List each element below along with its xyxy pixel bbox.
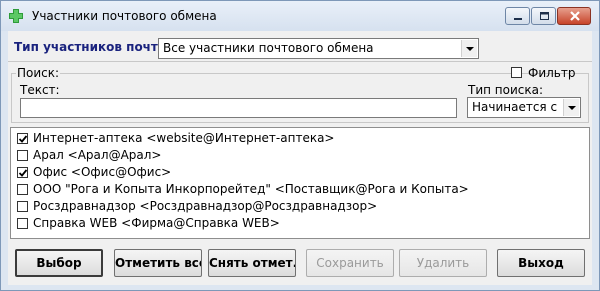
exit-button[interactable]: Выход (497, 249, 585, 277)
participant-type-value: Все участники почтового обмена (163, 41, 374, 55)
list-item[interactable]: Офис <Офис@Офис> (11, 164, 589, 181)
participant-checkbox[interactable] (17, 150, 28, 161)
button-bar: Выбор Отметить все Снять отмет. Сохранит… (8, 249, 592, 279)
participant-type-row: Тип участников почты Все участники почто… (8, 31, 592, 62)
text-label: Текст: (20, 83, 60, 97)
participant-label: Офис <Офис@Офис> (33, 165, 172, 179)
list-item[interactable]: Росздравнадзор <Росздравнадзор@Росздравн… (11, 198, 589, 215)
participant-checkbox[interactable] (17, 133, 28, 144)
close-button[interactable] (557, 7, 591, 25)
list-item[interactable]: Справка WEB <Фирма@Справка WEB> (11, 215, 589, 232)
chevron-down-icon[interactable] (461, 40, 477, 57)
filter-label: Фильтр (528, 66, 576, 80)
participant-checkbox[interactable] (17, 218, 28, 229)
client-area: Тип участников почты Все участники почто… (8, 31, 592, 285)
search-type-select[interactable]: Начинается с (467, 97, 581, 118)
participant-checkbox[interactable] (17, 184, 28, 195)
participant-checkbox[interactable] (17, 167, 28, 178)
save-button[interactable]: Сохранить (306, 249, 394, 277)
participant-label: Росздравнадзор <Росздравнадзор@Росздравн… (33, 199, 378, 213)
participant-label: Арал <Арал@Арал> (33, 148, 162, 162)
list-item[interactable]: Интернет-аптека <website@Интернет-аптека… (11, 130, 589, 147)
minimize-icon (514, 18, 522, 20)
delete-button[interactable]: Удалить (399, 249, 487, 277)
search-type-label: Тип поиска: (468, 83, 544, 97)
search-group-label: Поиск: (16, 66, 61, 80)
participant-label: Интернет-аптека <website@Интернет-аптека… (33, 131, 335, 145)
participant-label: Справка WEB <Фирма@Справка WEB> (33, 216, 280, 230)
window-title: Участники почтового обмена (32, 9, 217, 23)
participants-list: Интернет-аптека <website@Интернет-аптека… (10, 127, 590, 239)
maximize-icon (540, 12, 549, 20)
title-bar: Участники почтового обмена (1, 1, 599, 31)
select-button[interactable]: Выбор (15, 249, 103, 277)
mark-all-button[interactable]: Отметить все (114, 249, 202, 277)
maximize-button[interactable] (531, 7, 556, 25)
check-mark-icon (18, 135, 28, 143)
check-mark-icon (18, 169, 28, 177)
green-cross-icon (8, 8, 24, 24)
participant-checkbox[interactable] (17, 201, 28, 212)
unmark-button[interactable]: Снять отмет. (208, 249, 296, 277)
minimize-button[interactable] (505, 7, 530, 25)
list-item[interactable]: ООО "Рога и Копыта Инкорпорейтед" <Поста… (11, 181, 589, 198)
participant-label: ООО "Рога и Копыта Инкорпорейтед" <Поста… (33, 182, 469, 196)
participant-type-select[interactable]: Все участники почтового обмена (158, 38, 479, 59)
list-item[interactable]: Арал <Арал@Арал> (11, 147, 589, 164)
filter-checkbox[interactable] (511, 67, 522, 78)
search-type-value: Начинается с (472, 100, 558, 114)
close-icon (570, 11, 580, 21)
search-text-input[interactable] (20, 98, 457, 118)
participant-type-label: Тип участников почты (14, 40, 169, 54)
participants-window: Участники почтового обмена Тип участнико… (0, 0, 600, 291)
chevron-down-icon[interactable] (563, 99, 579, 116)
